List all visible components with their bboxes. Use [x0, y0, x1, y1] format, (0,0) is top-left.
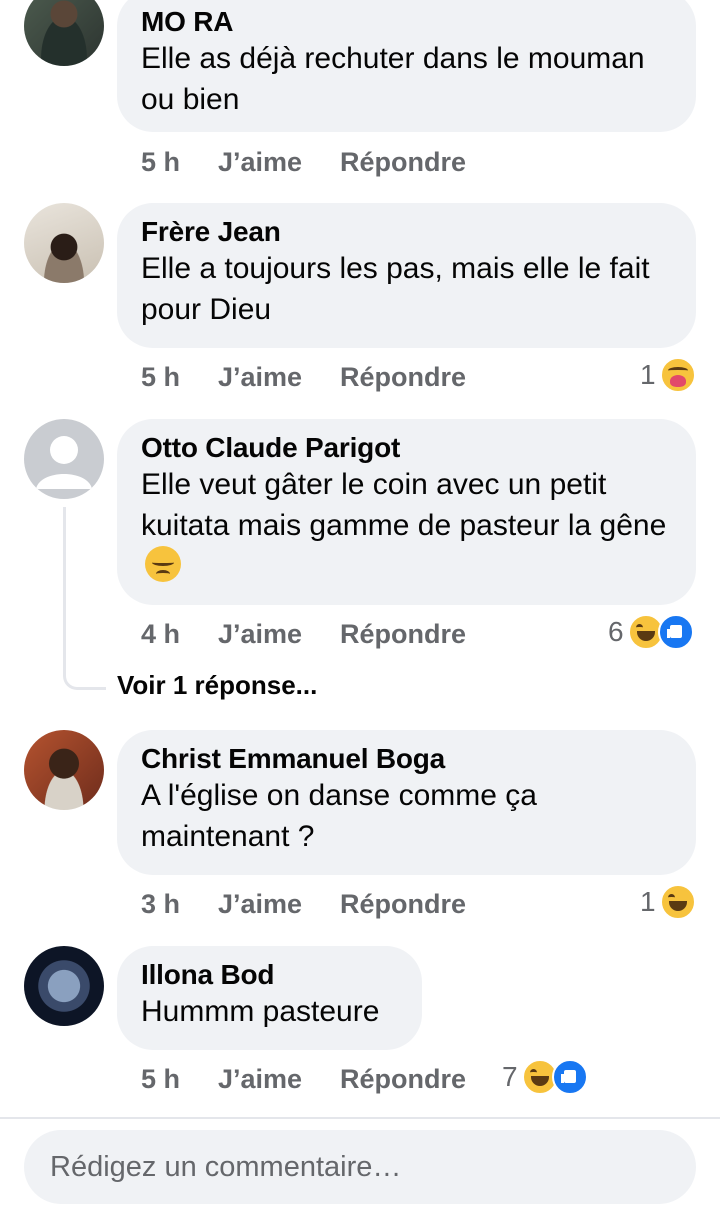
reply-button[interactable]: Répondre: [340, 142, 466, 182]
reaction-count: 1: [640, 886, 656, 917]
comment-text: Elle as déjà rechuter dans le mouman ou …: [141, 42, 645, 116]
disappointed-face-icon: [145, 546, 181, 582]
reply-button[interactable]: Répondre: [340, 884, 466, 924]
view-replies-link[interactable]: Voir 1 réponse...: [117, 669, 317, 701]
like-reaction-icon: [551, 1059, 588, 1095]
default-avatar-icon[interactable]: [24, 419, 104, 499]
comment-text-content: Elle veut gâter le coin avec un petit ku…: [141, 468, 667, 542]
comment-time[interactable]: 5 h: [141, 1059, 180, 1099]
like-button[interactable]: J’aime: [218, 1059, 302, 1099]
comment-time[interactable]: 5 h: [141, 142, 180, 182]
comment-bubble[interactable]: Illona Bod Hummm pasteure: [117, 946, 422, 1050]
comment-bubble[interactable]: Christ Emmanuel Boga A l'église on danse…: [117, 730, 696, 875]
avatar[interactable]: [24, 730, 104, 810]
comment-author[interactable]: Otto Claude Parigot: [141, 419, 672, 464]
like-button[interactable]: J’aime: [218, 357, 302, 397]
comment-author[interactable]: Illona Bod: [141, 946, 398, 991]
comment-input-placeholder: Rédigez un commentaire…: [50, 1151, 402, 1183]
comment-bubble[interactable]: Frère Jean Elle a toujours les pas, mais…: [117, 203, 696, 348]
reply-button[interactable]: Répondre: [340, 614, 466, 654]
reaction-summary[interactable]: 6: [608, 614, 694, 650]
reply-button[interactable]: Répondre: [340, 1059, 466, 1099]
comment-time[interactable]: 4 h: [141, 614, 180, 654]
reaction-count: 1: [640, 359, 656, 390]
haha-reaction-icon: [659, 884, 696, 920]
comment-bubble[interactable]: Otto Claude Parigot Elle veut gâter le c…: [117, 419, 696, 605]
avatar[interactable]: [24, 0, 104, 66]
reply-button[interactable]: Répondre: [340, 357, 466, 397]
avatar[interactable]: [24, 946, 104, 1026]
comment-input[interactable]: Rédigez un commentaire…: [24, 1130, 696, 1204]
like-button[interactable]: J’aime: [218, 614, 302, 654]
reaction-summary[interactable]: 7: [502, 1059, 588, 1095]
composer-divider: [0, 1117, 720, 1119]
like-reaction-icon: [657, 614, 694, 650]
comment-bubble[interactable]: MO RA Elle as déjà rechuter dans le moum…: [117, 0, 696, 132]
comment-author[interactable]: MO RA: [141, 0, 672, 38]
reaction-summary[interactable]: 1: [640, 884, 696, 920]
avatar[interactable]: [24, 203, 104, 283]
reaction-summary[interactable]: 1: [640, 357, 696, 393]
comment-text: Elle veut gâter le coin avec un petit ku…: [141, 464, 672, 587]
comment-time[interactable]: 3 h: [141, 884, 180, 924]
comment-time[interactable]: 5 h: [141, 357, 180, 397]
thread-connector: [63, 507, 106, 690]
reaction-count: 6: [608, 616, 624, 647]
like-button[interactable]: J’aime: [218, 884, 302, 924]
comment-author[interactable]: Christ Emmanuel Boga: [141, 730, 672, 775]
comment-text: Elle a toujours les pas, mais elle le fa…: [141, 252, 650, 326]
comment-author[interactable]: Frère Jean: [141, 203, 672, 248]
care-reaction-icon: [659, 357, 696, 393]
like-button[interactable]: J’aime: [218, 142, 302, 182]
comment-text: A l'église on danse comme ça maintenant …: [141, 779, 537, 853]
comment-text: Hummm pasteure: [141, 995, 380, 1028]
reaction-count: 7: [502, 1061, 518, 1092]
silhouette-icon: [36, 436, 92, 489]
